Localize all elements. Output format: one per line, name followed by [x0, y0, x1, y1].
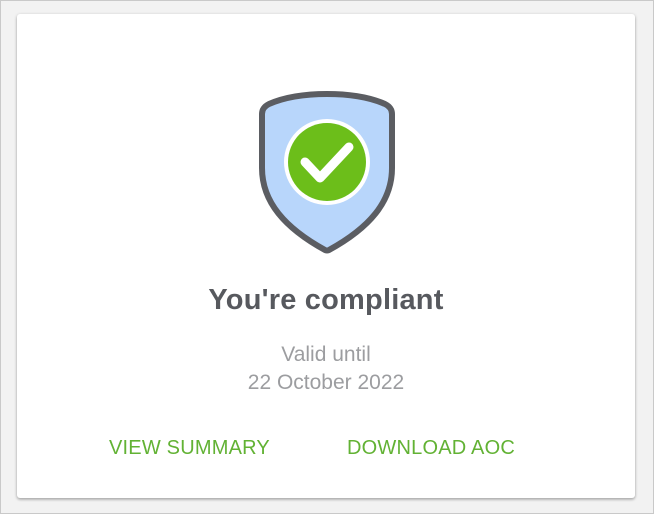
compliance-card: You're compliant Valid until 22 October … [17, 14, 635, 498]
compliance-status-title: You're compliant [208, 284, 444, 316]
window-frame: You're compliant Valid until 22 October … [0, 0, 654, 514]
view-summary-button[interactable]: VIEW SUMMARY [109, 437, 270, 460]
shield-check-icon [259, 91, 395, 254]
valid-until-label: Valid until [281, 343, 371, 366]
valid-until-date: 22 October 2022 [247, 371, 405, 394]
download-aoc-button[interactable]: DOWNLOAD AOC [347, 437, 515, 460]
